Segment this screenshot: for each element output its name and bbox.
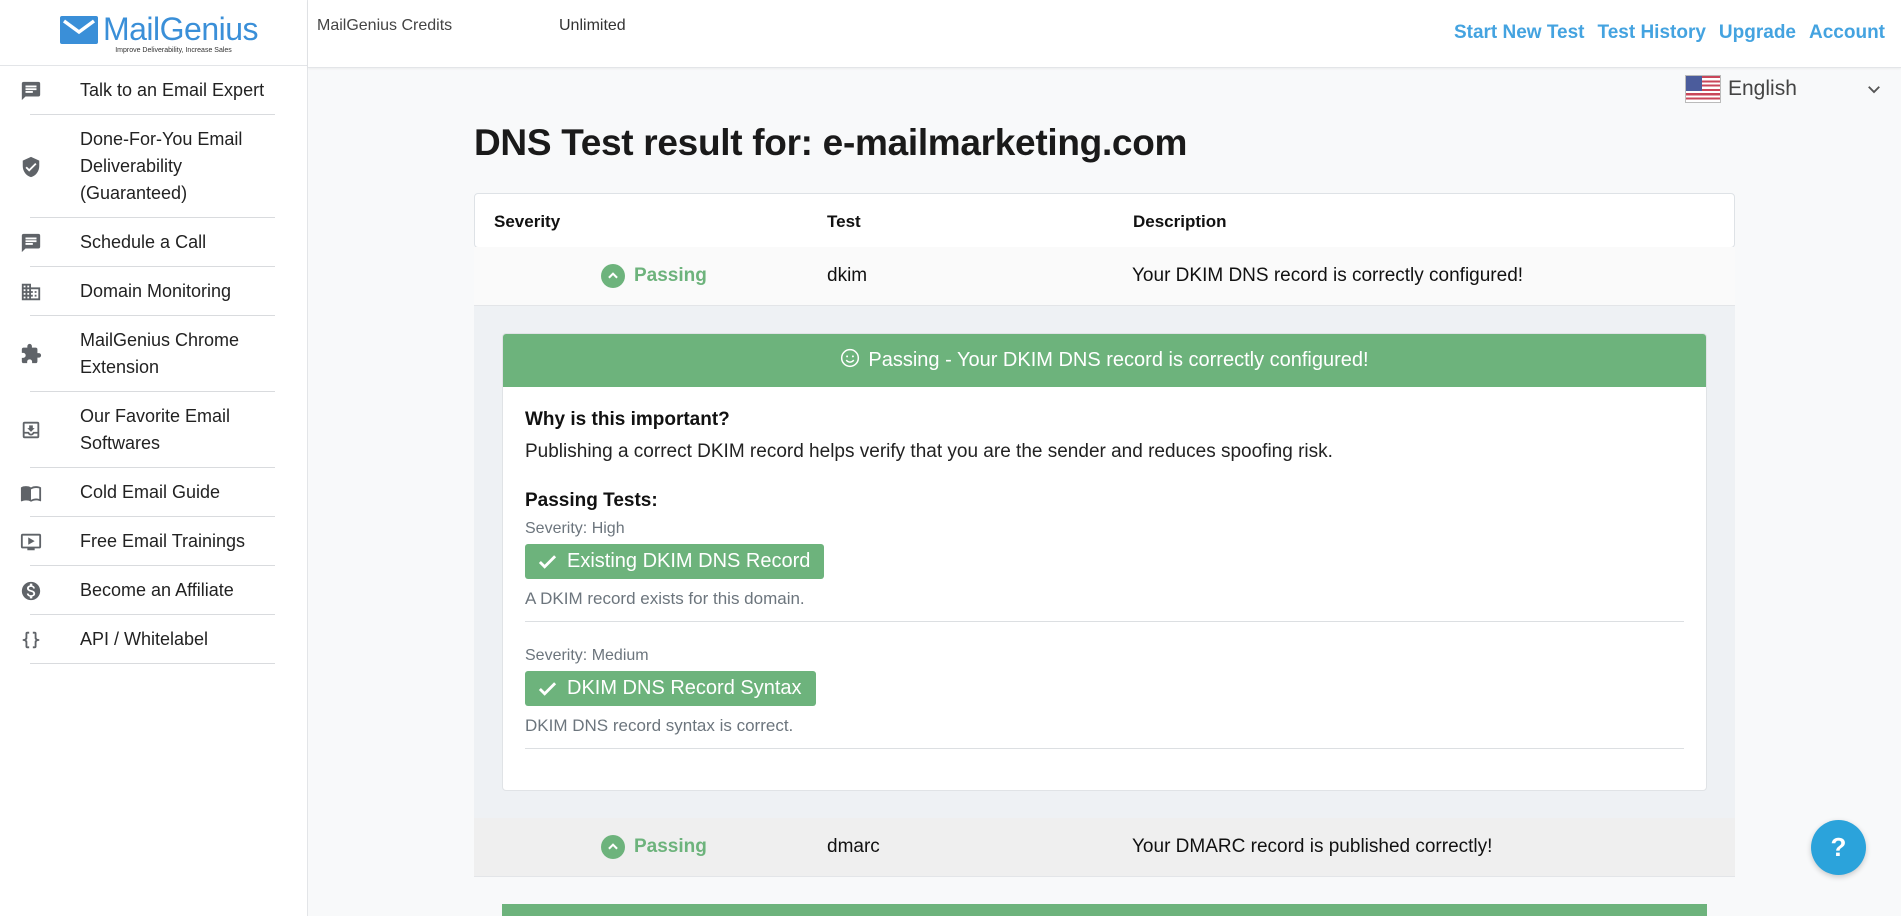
- sidebar-item-label: Done-For-You Email Deliverability (Guara…: [80, 129, 243, 203]
- top-nav: Start New Test Test History Upgrade Acco…: [1454, 22, 1885, 44]
- shield-check-icon: [18, 154, 44, 180]
- language-selector[interactable]: English: [1685, 74, 1883, 104]
- column-header-description: Description: [1133, 212, 1227, 231]
- us-flag-icon: [1685, 75, 1721, 103]
- results-table-header: Severity Test Description: [474, 193, 1735, 248]
- table-row[interactable]: Passing dkim Your DKIM DNS record is cor…: [474, 247, 1735, 306]
- check-badge: DKIM DNS Record Syntax: [525, 671, 816, 706]
- status-banner-partial: [502, 904, 1707, 916]
- logo-tagline: Improve Deliverability, Increase Sales: [115, 47, 232, 54]
- chevron-down-icon: [1868, 86, 1880, 94]
- check-name: DKIM DNS Record Syntax: [567, 677, 802, 699]
- check-name: Existing DKIM DNS Record: [567, 550, 811, 572]
- sidebar-nav: Talk to an Email Expert Done-For-You Ema…: [0, 66, 307, 664]
- language-selected: English: [1728, 77, 1797, 100]
- check-item: Severity: High Existing DKIM DNS Record …: [525, 512, 1684, 622]
- test-name: dkim: [827, 265, 868, 286]
- sidebar-item-done-for-you[interactable]: Done-For-You Email Deliverability (Guara…: [0, 115, 307, 218]
- severity-status: Passing: [634, 836, 707, 857]
- help-button[interactable]: ?: [1811, 820, 1866, 875]
- test-description: Your DKIM DNS record is correctly config…: [1132, 265, 1524, 286]
- check-badge: Existing DKIM DNS Record: [525, 544, 825, 579]
- sidebar-item-label: Domain Monitoring: [80, 281, 232, 301]
- top-header: MailGenius Credits Unlimited Start New T…: [308, 0, 1901, 68]
- sidebar-item-schedule-call[interactable]: Schedule a Call: [0, 218, 307, 267]
- chat-icon: [18, 78, 44, 104]
- credits-value: Unlimited: [559, 17, 626, 34]
- braces-icon: [18, 627, 44, 653]
- dollar-icon: [18, 578, 44, 604]
- video-icon: [18, 529, 44, 555]
- sidebar: MailGenius Improve Deliverability, Incre…: [0, 0, 308, 916]
- sidebar-item-label: Our Favorite Email Softwares: [80, 406, 231, 453]
- passing-tests-title: Passing Tests:: [525, 490, 658, 511]
- building-icon: [18, 279, 44, 305]
- status-banner-text: Passing - Your DKIM DNS record is correc…: [868, 349, 1369, 371]
- check-severity: Severity: High: [525, 520, 625, 537]
- sidebar-item-label: Cold Email Guide: [80, 482, 221, 502]
- severity-toggle[interactable]: Passing: [601, 835, 707, 859]
- sidebar-item-label: MailGenius Chrome Extension: [80, 330, 240, 377]
- sidebar-item-label: API / Whitelabel: [80, 629, 209, 649]
- chevron-up-icon: [601, 835, 625, 859]
- sidebar-item-label: Talk to an Email Expert: [80, 80, 265, 100]
- check-description: DKIM DNS record syntax is correct.: [525, 716, 794, 735]
- column-header-severity: Severity: [494, 212, 561, 231]
- sidebar-item-cold-email-guide[interactable]: Cold Email Guide: [0, 468, 307, 517]
- test-description: Your DMARC record is published correctly…: [1132, 836, 1493, 857]
- book-icon: [18, 480, 44, 506]
- detail-body: Why is this important? Publishing a corr…: [503, 387, 1706, 749]
- check-item: Severity: Medium DKIM DNS Record Syntax …: [525, 639, 1684, 749]
- chat-icon: [18, 230, 44, 256]
- start-new-test-link[interactable]: Start New Test: [1454, 22, 1585, 44]
- severity-status: Passing: [634, 265, 707, 286]
- checkmark-icon: [538, 555, 557, 569]
- column-header-test: Test: [827, 212, 861, 231]
- sidebar-item-talk-to-expert[interactable]: Talk to an Email Expert: [0, 66, 307, 115]
- logo-text: MailGenius: [102, 11, 259, 47]
- credits-label: MailGenius Credits: [317, 17, 453, 34]
- table-row[interactable]: Passing dmarc Your DMARC record is publi…: [474, 818, 1735, 877]
- check-description: A DKIM record exists for this domain.: [525, 589, 805, 608]
- sidebar-item-api-whitelabel[interactable]: API / Whitelabel: [0, 615, 307, 664]
- upgrade-link[interactable]: Upgrade: [1719, 22, 1796, 44]
- why-important-title: Why is this important?: [525, 409, 730, 430]
- check-severity: Severity: Medium: [525, 647, 649, 664]
- sidebar-item-label: Free Email Trainings: [80, 531, 246, 551]
- mail-logo-icon: [59, 15, 98, 44]
- sidebar-item-label: Schedule a Call: [80, 232, 207, 252]
- sidebar-item-chrome-extension[interactable]: MailGenius Chrome Extension: [0, 316, 307, 392]
- sidebar-item-free-trainings[interactable]: Free Email Trainings: [0, 517, 307, 566]
- download-box-icon: [18, 417, 44, 443]
- puzzle-icon: [18, 341, 44, 367]
- why-important-text: Publishing a correct DKIM record helps v…: [525, 441, 1333, 462]
- detail-card: Passing - Your DKIM DNS record is correc…: [502, 333, 1707, 791]
- logo[interactable]: MailGenius Improve Deliverability, Incre…: [0, 0, 307, 66]
- sidebar-item-email-softwares[interactable]: Our Favorite Email Softwares: [0, 392, 307, 468]
- page-title: DNS Test result for: e-mailmarketing.com: [474, 122, 1188, 163]
- severity-toggle[interactable]: Passing: [601, 264, 707, 288]
- sidebar-item-label: Become an Affiliate: [80, 580, 234, 600]
- sidebar-item-affiliate[interactable]: Become an Affiliate: [0, 566, 307, 615]
- status-banner: Passing - Your DKIM DNS record is correc…: [503, 334, 1706, 387]
- test-history-link[interactable]: Test History: [1598, 22, 1706, 44]
- checkmark-icon: [538, 682, 557, 696]
- sidebar-item-domain-monitoring[interactable]: Domain Monitoring: [0, 267, 307, 316]
- test-name: dmarc: [827, 836, 880, 857]
- chevron-up-icon: [601, 264, 625, 288]
- smile-icon: [841, 348, 860, 367]
- account-link[interactable]: Account: [1809, 22, 1885, 44]
